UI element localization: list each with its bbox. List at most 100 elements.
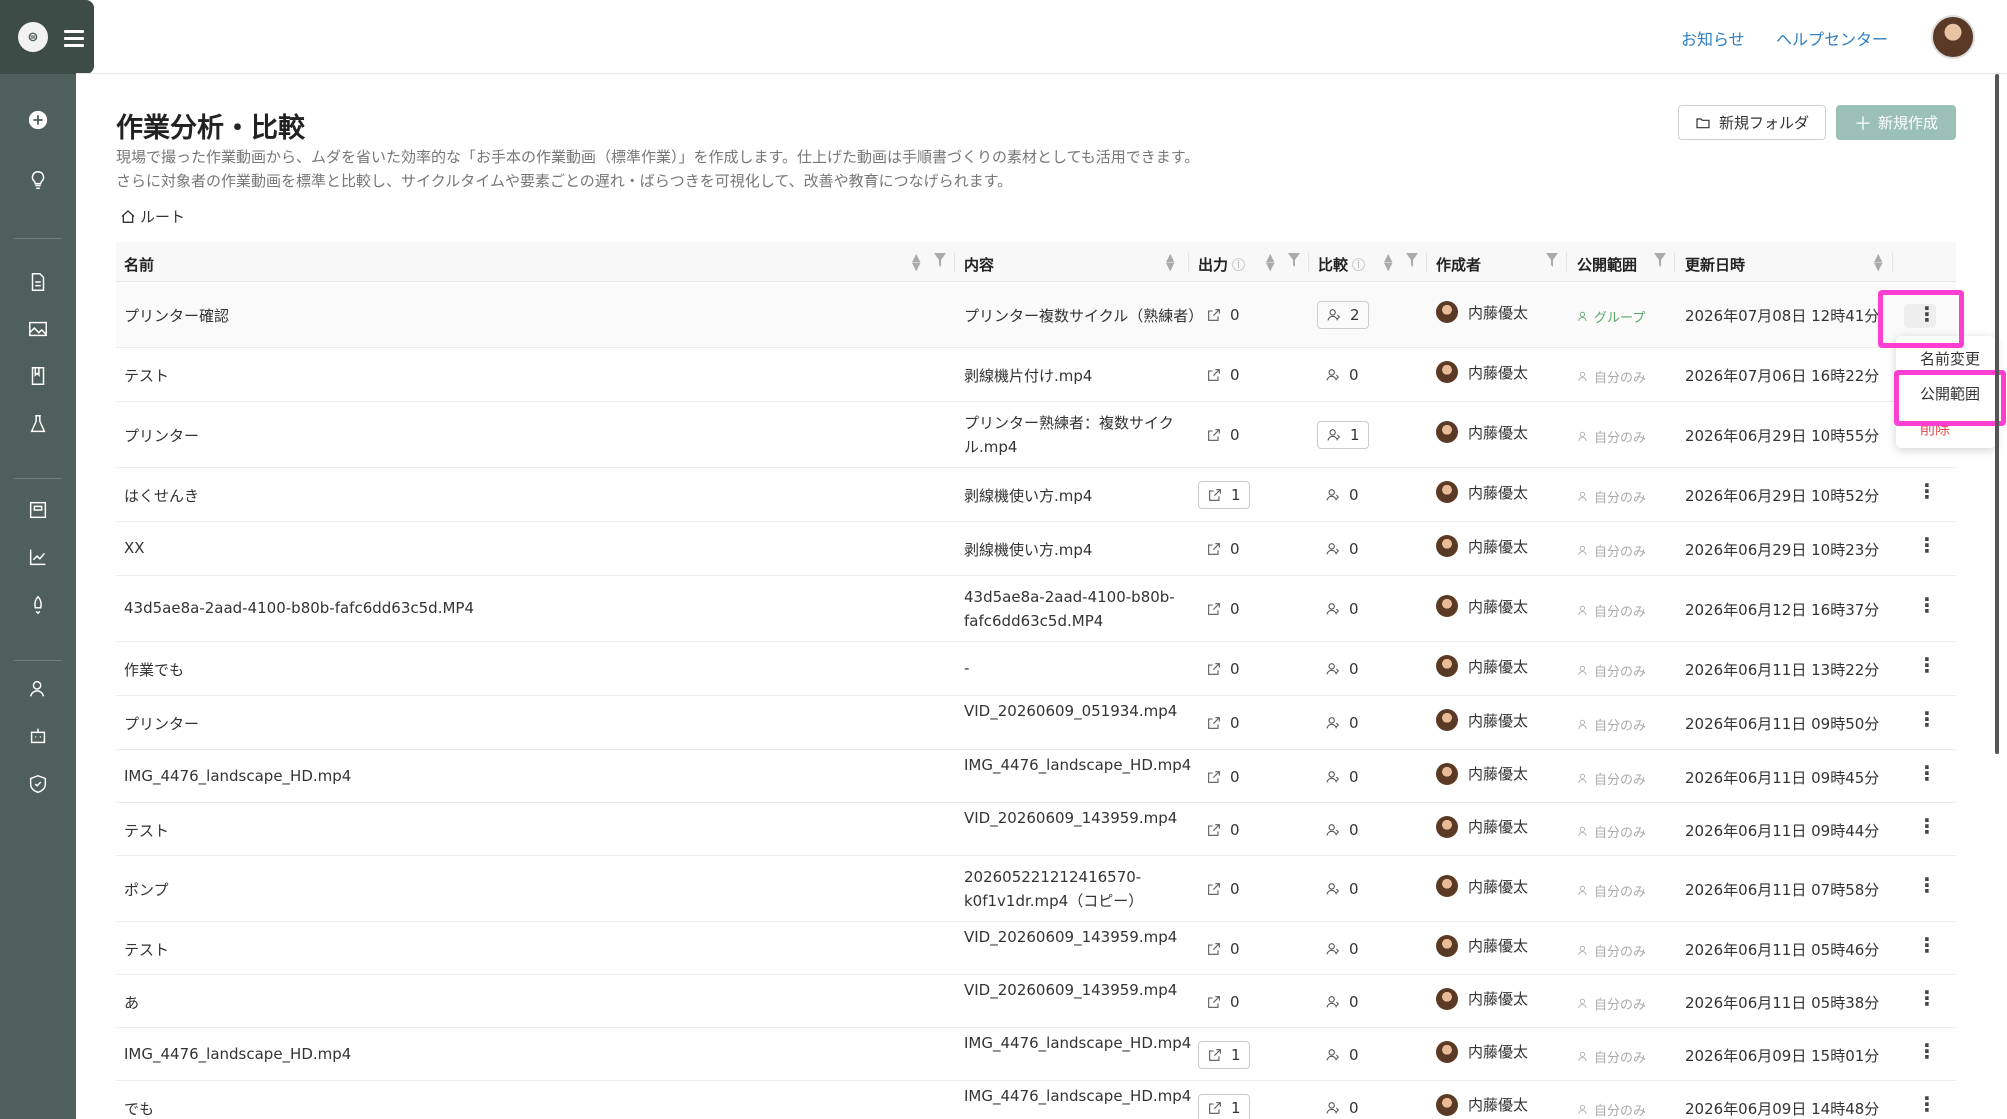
sort-updated-icon[interactable]: ▲ ▼ [1874,252,1882,272]
row-name[interactable]: でも [124,1098,154,1119]
table-row[interactable]: XX 剥線機使い方.mp4 0 0 内藤優太 自分のみ 2026年06月29日 10時23分… [116,522,1956,576]
output-count[interactable]: 0 [1198,935,1248,963]
lightbulb-icon[interactable] [22,164,54,196]
compare-count[interactable]: 0 [1317,535,1367,563]
compare-count[interactable]: 1 [1317,421,1369,449]
row-name[interactable]: テスト [124,820,169,841]
kebab-icon[interactable]: ⋮ [1917,988,1937,1008]
row-name[interactable]: ポンプ [124,879,169,900]
kebab-icon[interactable]: ⋮ [1917,595,1937,615]
kebab-icon[interactable]: ⋮ [1917,655,1937,675]
kebab-icon[interactable]: ⋮ [1917,763,1937,783]
output-count[interactable]: 0 [1198,361,1248,389]
table-row[interactable]: 作業でも - 0 0 内藤優太 自分のみ 2026年06月11日 13時22分 ⋮ [116,642,1956,696]
compare-count[interactable]: 0 [1317,595,1367,623]
compare-count[interactable]: 0 [1317,988,1367,1016]
row-name[interactable]: テスト [124,939,169,960]
kebab-icon[interactable]: ⋮ [1917,935,1937,955]
compare-count[interactable]: 2 [1317,301,1369,329]
output-count[interactable]: 0 [1198,763,1248,791]
compare-count[interactable]: 0 [1317,875,1367,903]
kebab-icon[interactable]: ⋮ [1917,481,1937,501]
app-logo[interactable]: ⊜ [18,22,48,52]
row-name[interactable]: テスト [124,365,169,386]
kebab-icon[interactable]: ⋮ [1917,709,1937,729]
col-name[interactable]: 名前 [124,254,154,275]
col-updated[interactable]: 更新日時 [1685,254,1745,275]
row-name[interactable]: プリンター [124,425,199,446]
table-row[interactable]: IMG_4476_landscape_HD.mp4 IMG_4476_landsc… [116,750,1956,803]
output-count[interactable]: 0 [1198,655,1248,683]
new-folder-button[interactable]: 新規フォルダ [1678,105,1826,140]
table-row[interactable]: あ VID_20260609_143959.mp4 0 0 内藤優太 自分のみ 2026年0… [116,975,1956,1028]
output-count[interactable]: 1 [1198,1093,1250,1119]
image-icon[interactable] [22,313,54,345]
output-count[interactable]: 0 [1198,595,1248,623]
table-row[interactable]: でも IMG_4476_landscape_HD.mp4 1 0 内藤優太 自分のみ 202… [116,1081,1956,1119]
table-row[interactable]: プリンター確認 プリンター複数サイクル（熟練者） 0 2 内藤優太 グループ 2026年07… [116,282,1956,348]
row-name[interactable]: XX [124,539,145,557]
filter-author-icon[interactable] [1546,253,1558,267]
add-icon[interactable] [22,104,54,136]
output-count[interactable]: 1 [1198,1040,1250,1069]
book-icon[interactable] [22,360,54,392]
news-link[interactable]: お知らせ [1681,26,1745,50]
output-count[interactable]: 0 [1198,709,1248,737]
user-avatar[interactable] [1931,15,1975,59]
compare-count[interactable]: 0 [1317,361,1367,389]
output-count[interactable]: 0 [1198,875,1248,903]
row-name[interactable]: 作業でも [124,659,184,680]
filter-scope-icon[interactable] [1654,253,1666,267]
table-row[interactable]: ポンプ 202605221212416570-k0f1v1dr.mp4（コピー） 0… [116,856,1956,922]
sort-content-icon[interactable]: ▲ ▼ [1166,252,1174,272]
board-icon[interactable] [22,494,54,526]
compare-count[interactable]: 0 [1317,709,1367,737]
table-row[interactable]: 43d5ae8a-2aad-4100-b80b-fafc6dd63c5d.MP4… [116,576,1956,642]
compare-count[interactable]: 0 [1317,481,1367,509]
table-row[interactable]: プリンター プリンター熟練者：複数サイクル.mp4 0 1 内藤優太 自分のみ 2026年0… [116,402,1956,468]
robot-icon[interactable] [22,720,54,752]
sort-compare-icon[interactable]: ▲ ▼ [1384,252,1392,272]
rocket-icon[interactable] [22,589,54,621]
sort-name-icon[interactable]: ▲ ▼ [912,252,920,272]
kebab-icon[interactable]: ⋮ [1917,875,1937,895]
output-count[interactable]: 1 [1198,481,1250,509]
breadcrumb[interactable]: ルート [120,206,185,227]
kebab-icon[interactable]: ⋮ [1917,1041,1937,1061]
output-count[interactable]: 0 [1198,535,1248,563]
output-count[interactable]: 0 [1198,301,1248,329]
compare-count[interactable]: 0 [1317,655,1367,683]
sort-output-icon[interactable]: ▲ ▼ [1266,252,1274,272]
menu-rename[interactable]: 名前変更 [1920,348,1980,369]
table-row[interactable]: テスト VID_20260609_143959.mp4 0 0 内藤優太 自分のみ 2026… [116,922,1956,975]
shield-icon[interactable] [22,768,54,800]
table-row[interactable]: テスト 剥線機片付け.mp4 0 0 内藤優太 自分のみ 2026年07月06日 16時22… [116,348,1956,402]
row-name[interactable]: 43d5ae8a-2aad-4100-b80b-fafc6dd63c5d.MP4 [124,599,474,617]
compare-count[interactable]: 0 [1317,1094,1367,1119]
col-output[interactable]: 出力 i [1198,254,1246,275]
kebab-icon[interactable]: ⋮ [1917,535,1937,555]
filter-output-icon[interactable] [1288,253,1300,267]
col-scope[interactable]: 公開範囲 [1577,254,1637,275]
row-name[interactable]: IMG_4476_landscape_HD.mp4 [124,1045,351,1063]
row-name[interactable]: プリンター [124,713,199,734]
table-row[interactable]: IMG_4476_landscape_HD.mp4 IMG_4476_landsc… [116,1028,1956,1081]
scrollbar[interactable] [1995,74,1999,754]
output-count[interactable]: 0 [1198,816,1248,844]
flask-icon[interactable] [22,408,54,440]
output-count[interactable]: 0 [1198,421,1248,449]
kebab-icon[interactable]: ⋮ [1917,816,1937,836]
row-name[interactable]: あ [124,992,139,1013]
row-name[interactable]: はくせんき [124,485,199,506]
new-create-button[interactable]: ＋ 新規作成 [1836,105,1956,140]
user-icon[interactable] [22,673,54,705]
filter-compare-icon[interactable] [1406,253,1418,267]
table-row[interactable]: プリンター VID_20260609_051934.mp4 0 0 内藤優太 自分のみ 20… [116,696,1956,750]
document-icon[interactable] [22,266,54,298]
help-center-link[interactable]: ヘルプセンター [1776,26,1888,50]
table-row[interactable]: テスト VID_20260609_143959.mp4 0 0 内藤優太 自分のみ 2026… [116,803,1956,856]
compare-count[interactable]: 0 [1317,763,1367,791]
table-row[interactable]: はくせんき 剥線機使い方.mp4 1 0 内藤優太 自分のみ 2026年06月29日 10時… [116,468,1956,522]
compare-count[interactable]: 0 [1317,816,1367,844]
row-name[interactable]: IMG_4476_landscape_HD.mp4 [124,767,351,785]
